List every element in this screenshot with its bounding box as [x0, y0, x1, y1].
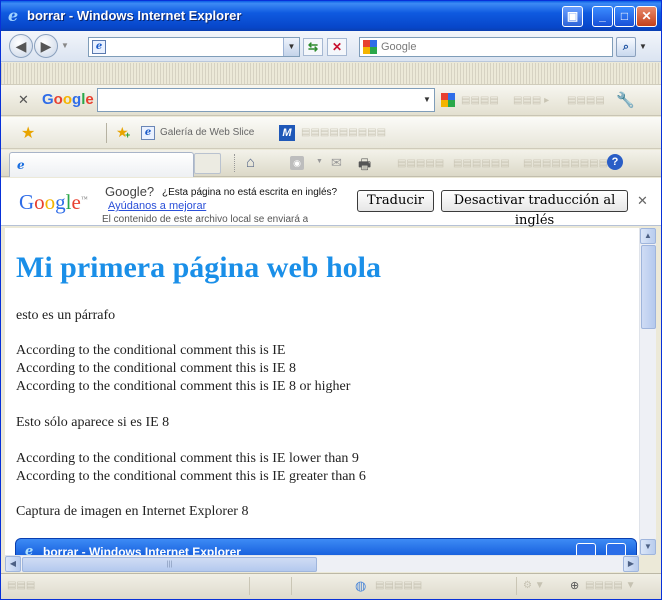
protected-mode-faded[interactable]: ⚙ ▼	[523, 580, 545, 591]
ie-logo-icon: e	[8, 6, 19, 25]
status-separator	[516, 577, 517, 595]
embedded-screenshot: e borrar - Windows Internet Explorer	[15, 538, 637, 555]
web-slice-gallery-link[interactable]: Galería de Web Slice	[160, 127, 254, 138]
feeds-dropdown-icon[interactable]: ▼	[316, 158, 323, 165]
translate-button[interactable]: Traducir	[357, 190, 434, 212]
google-icon	[363, 40, 377, 54]
google-toolbar: ✕ Google ▼ ▤▤▤▤ ▤▤▤ ▸ ▤▤▤▤ 🔧	[1, 85, 661, 116]
page-heading: Mi primera página web hola	[16, 251, 381, 284]
vertical-scrollbar[interactable]: ▲ ▼	[639, 228, 656, 555]
print-icon[interactable]: 🖶	[358, 154, 371, 178]
scroll-left-button[interactable]: ◀	[5, 556, 21, 572]
google-search-input[interactable]: ▼	[97, 88, 435, 112]
home-icon[interactable]: ⌂	[246, 154, 255, 171]
web-slice-page-icon: e	[141, 126, 155, 140]
address-toolbar: ◀ ▶ ▼ e ▼ ⇆ ✕ Google ⌕ ▼	[1, 31, 661, 62]
search-icon[interactable]: ⌕	[616, 37, 636, 57]
title-bar[interactable]: e borrar - Windows Internet Explorer ▣ _…	[1, 1, 661, 31]
search-input[interactable]: Google	[359, 37, 613, 57]
translate-question: Google?	[105, 184, 155, 199]
paragraph: According to the conditional comment thi…	[16, 361, 296, 376]
embedded-app-icon	[576, 543, 596, 555]
address-field[interactable]: e ▼	[88, 37, 300, 57]
vertical-scroll-thumb[interactable]	[641, 245, 656, 329]
horizontal-scrollbar[interactable]: ◀ ||| ▶	[5, 555, 639, 572]
safety-menu-faded[interactable]: ▤▤▤▤▤▤	[453, 158, 510, 169]
address-dropdown-icon[interactable]: ▼	[283, 38, 299, 56]
forward-button[interactable]: ▶	[34, 34, 58, 58]
tab-ie-icon: e	[17, 158, 25, 172]
google-search-dropdown-icon[interactable]: ▼	[420, 89, 434, 111]
embedded-ie-icon: e	[25, 544, 34, 555]
stop-button[interactable]: ✕	[327, 38, 347, 56]
google-translate-bar: Google™ Google? ¿Esta página no está esc…	[1, 178, 661, 228]
page-icon: e	[92, 40, 106, 54]
command-separator	[234, 154, 235, 172]
paragraph: According to the conditional comment thi…	[16, 379, 351, 394]
paragraph: esto es un párrafo	[16, 308, 116, 323]
paragraph: According to the conditional comment thi…	[16, 343, 286, 358]
paragraph: According to the conditional comment thi…	[16, 469, 366, 484]
window-title: borrar - Windows Internet Explorer	[27, 8, 242, 23]
page-content: Mi primera página web hola esto es un pá…	[5, 228, 639, 555]
back-button[interactable]: ◀	[9, 34, 33, 58]
refresh-button[interactable]: ⇆	[303, 38, 323, 56]
zoom-level-faded[interactable]: ▤▤▤▤ ▼	[585, 580, 635, 591]
deactivate-translation-button[interactable]: Desactivar traducción al inglés	[441, 190, 628, 228]
scroll-right-button[interactable]: ▶	[623, 556, 639, 572]
embedded-minimize-icon	[606, 543, 626, 555]
page-menu-faded[interactable]: ▤▤▤▤▤	[397, 158, 444, 169]
scroll-down-button[interactable]: ▼	[640, 539, 656, 555]
status-separator	[249, 577, 250, 595]
status-separator	[291, 577, 292, 595]
new-tab-button[interactable]	[194, 153, 221, 174]
help-icon[interactable]: ?	[607, 154, 623, 170]
favorites-link-faded[interactable]: ▤▤▤▤▤▤▤▤▤	[301, 127, 386, 138]
google-translate-logo: Google™	[19, 190, 88, 214]
favorites-star-icon[interactable]: ★	[21, 123, 35, 143]
translate-question-detail: ¿Esta página no está escrita en inglés?	[162, 187, 338, 198]
status-bar: ▤▤▤ ◍ ▤▤▤▤▤ ⚙ ▼ ⊕ ▤▤▤▤ ▼	[1, 573, 661, 599]
horizontal-scroll-thumb[interactable]: |||	[22, 557, 317, 572]
close-translate-bar-icon[interactable]: ✕	[637, 193, 648, 209]
maximize-button[interactable]: □	[614, 6, 635, 27]
ie-window: e borrar - Windows Internet Explorer ▣ _…	[0, 0, 662, 600]
favorites-separator	[106, 123, 107, 143]
search-engine-label: Google	[381, 41, 417, 53]
menu-bar	[1, 63, 661, 85]
app-switch-icon[interactable]: ▣	[562, 6, 583, 27]
history-dropdown-icon[interactable]: ▼	[61, 41, 69, 50]
mail-icon[interactable]: ✉	[331, 155, 342, 171]
translate-note: El contenido de este archivo local se en…	[102, 214, 309, 225]
zone-icon[interactable]: ◍	[355, 578, 366, 594]
add-plus-icon: +	[125, 130, 131, 140]
google-search-go-icon[interactable]	[441, 93, 455, 107]
tools-menu-faded[interactable]: ▤▤▤▤▤▤▤▤▤	[523, 158, 608, 169]
paragraph: According to the conditional comment thi…	[16, 451, 359, 466]
status-text-faded: ▤▤▤	[7, 580, 36, 591]
embedded-window-title: borrar - Windows Internet Explorer	[43, 545, 241, 555]
favorites-bar: ★ ★ + e Galería de Web Slice M ▤▤▤▤▤▤▤▤▤	[1, 117, 661, 149]
feeds-icon[interactable]: ◉	[290, 156, 304, 170]
msn-icon[interactable]: M	[279, 125, 295, 141]
paragraph: Esto sólo aparece si es IE 8	[16, 415, 170, 430]
wrench-icon[interactable]: 🔧	[616, 91, 635, 109]
toolbar-button-1[interactable]: ▤▤▤▤	[461, 95, 499, 106]
tab-borrar[interactable]: e	[9, 152, 194, 177]
close-toolbar-icon[interactable]: ✕	[18, 92, 29, 108]
help-improve-link[interactable]: Ayúdanos a mejorar	[108, 200, 206, 212]
toolbar-button-2[interactable]: ▤▤▤ ▸	[513, 95, 549, 106]
minimize-button[interactable]: _	[592, 6, 613, 27]
tab-bar: e ⌂ ◉ ▼ ✉ 🖶 ▤▤▤▤▤ ▤▤▤▤▤▤ ▤▤▤▤▤▤▤▤▤ ?	[1, 150, 661, 177]
zoom-icon[interactable]: ⊕	[570, 579, 579, 592]
google-toolbar-logo[interactable]: Google	[42, 91, 94, 108]
scrollbar-corner	[639, 555, 656, 572]
search-options-dropdown-icon[interactable]: ▼	[639, 42, 647, 51]
paragraph: Captura de imagen en Internet Explorer 8	[16, 504, 249, 519]
scroll-up-button[interactable]: ▲	[640, 228, 656, 244]
close-button[interactable]: ✕	[636, 6, 657, 27]
toolbar-button-3[interactable]: ▤▤▤▤	[567, 95, 605, 106]
zone-label-faded: ▤▤▤▤▤	[375, 580, 423, 591]
